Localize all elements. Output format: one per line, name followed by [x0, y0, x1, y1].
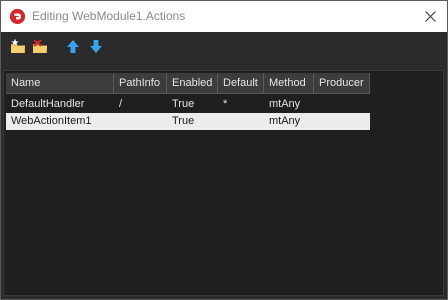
cell-enabled: True — [172, 115, 195, 127]
title-bar[interactable]: Editing WebModule1.Actions — [1, 1, 447, 32]
delete-folder-icon — [33, 39, 47, 53]
cell-method: mtAny — [269, 98, 301, 110]
cell-name: DefaultHandler — [11, 98, 85, 110]
column-header-name[interactable]: Name — [6, 73, 114, 94]
cell-producer — [314, 113, 370, 130]
cell-default: * — [223, 98, 228, 110]
delete-action-button[interactable] — [32, 38, 50, 56]
close-button[interactable] — [413, 1, 447, 32]
grid-header: Name PathInfo Enabled Default Method Pro… — [6, 73, 370, 94]
arrow-up-icon — [67, 40, 79, 53]
close-icon — [425, 11, 436, 22]
add-action-button[interactable] — [10, 38, 28, 56]
cell-pathinfo: / — [119, 98, 123, 110]
column-header-method[interactable]: Method — [264, 73, 314, 94]
column-header-pathinfo[interactable]: PathInfo — [114, 73, 167, 94]
cell-name: WebActionItem1 — [11, 115, 92, 127]
move-down-button[interactable] — [87, 38, 105, 56]
column-header-default[interactable]: Default — [218, 73, 264, 94]
toolbar — [1, 32, 447, 62]
arrow-down-icon — [90, 40, 102, 53]
cell-pathinfo — [114, 113, 167, 130]
window-title: Editing WebModule1.Actions — [32, 9, 186, 23]
delphi-app-icon — [10, 9, 25, 24]
table-row[interactable]: DefaultHandler / True * mtAny — [6, 96, 370, 113]
dialog-window: Editing WebModule1.Actions Name PathInfo… — [0, 0, 448, 300]
add-folder-icon — [10, 38, 25, 53]
cell-default — [218, 113, 264, 130]
column-header-producer[interactable]: Producer — [314, 73, 370, 94]
cell-method: mtAny — [269, 115, 301, 127]
move-up-button[interactable] — [64, 38, 82, 56]
cell-enabled: True — [172, 98, 195, 110]
column-header-enabled[interactable]: Enabled — [167, 73, 218, 94]
cell-producer — [314, 96, 370, 113]
actions-grid[interactable]: Name PathInfo Enabled Default Method Pro… — [3, 70, 444, 296]
table-row-selected[interactable]: WebActionItem1 True mtAny — [6, 113, 370, 130]
